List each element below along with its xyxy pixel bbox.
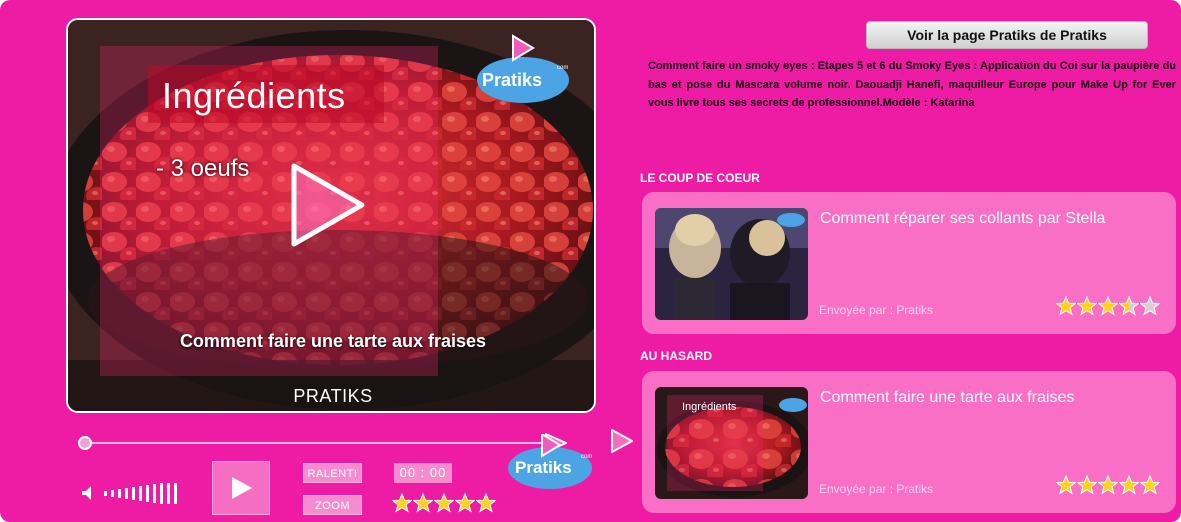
star-icon bbox=[1140, 475, 1160, 495]
pratiks-widget: Ingrédients - 3 oeufs Pratiks com Commen… bbox=[0, 0, 1181, 522]
volume-icon[interactable] bbox=[80, 480, 184, 506]
play-icon bbox=[291, 163, 365, 247]
pratiks-logo-small-text: Pratiks bbox=[515, 458, 572, 477]
star-icon bbox=[455, 493, 475, 513]
video-thumbnail[interactable] bbox=[655, 208, 808, 320]
featured-video-card[interactable]: Comment réparer ses collants par Stella … bbox=[642, 192, 1176, 334]
timecode-display: 00 : 00 bbox=[394, 463, 452, 483]
star-icon bbox=[1098, 296, 1118, 316]
card-author: Envoyée par : Pratiks bbox=[819, 303, 934, 317]
star-icon bbox=[1119, 475, 1139, 495]
au-hasard-heading: AU HASARD bbox=[640, 349, 712, 363]
slow-motion-button[interactable]: RALENTI bbox=[303, 463, 362, 483]
card-rating-stars bbox=[1056, 475, 1160, 495]
star-icon bbox=[1098, 475, 1118, 495]
play-icon bbox=[232, 477, 252, 499]
zoom-button[interactable]: ZOOM bbox=[303, 495, 362, 515]
video-caption: Comment faire une tarte aux fraises bbox=[179, 331, 487, 351]
video-thumbnail[interactable]: Ingrédients bbox=[655, 387, 808, 499]
star-icon bbox=[1056, 475, 1076, 495]
next-video-arrow-icon[interactable] bbox=[609, 428, 635, 454]
video-description: Comment faire un smoky eyes : Etapes 5 e… bbox=[648, 60, 1176, 109]
pratiks-logo-text: Pratiks bbox=[482, 70, 543, 90]
seek-bar[interactable] bbox=[84, 442, 554, 444]
random-video-card[interactable]: Ingrédients Comment faire une tarte aux … bbox=[642, 371, 1176, 513]
card-title[interactable]: Comment réparer ses collants par Stella bbox=[820, 210, 1105, 228]
star-icon bbox=[476, 493, 496, 513]
card-author: Envoyée par : Pratiks bbox=[819, 482, 934, 496]
star-icon bbox=[392, 493, 412, 513]
pratiks-logo-small: Pratiks com bbox=[504, 432, 600, 499]
star-icon bbox=[1077, 296, 1097, 316]
video-overlay-title: Ingrédients bbox=[162, 75, 346, 116]
card-rating-stars bbox=[1056, 296, 1160, 316]
star-icon bbox=[1140, 296, 1160, 316]
play-button[interactable] bbox=[212, 461, 270, 515]
tights-thumbnail-image bbox=[655, 208, 808, 320]
star-icon bbox=[1077, 475, 1097, 495]
star-icon bbox=[413, 493, 433, 513]
video-brand: PRATIKS bbox=[293, 386, 373, 406]
seek-handle[interactable] bbox=[78, 436, 92, 450]
pratiks-logo: Pratiks com bbox=[473, 34, 573, 109]
video-overlay-text: - 3 oeufs bbox=[156, 155, 250, 182]
thumbnail-overlay-text: Ingrédients bbox=[682, 401, 737, 413]
coup-de-coeur-heading: LE COUP DE COEUR bbox=[640, 171, 760, 185]
star-icon bbox=[1056, 296, 1076, 316]
card-title[interactable]: Comment faire une tarte aux fraises bbox=[820, 389, 1074, 407]
pratiks-logo-sub: com bbox=[557, 65, 569, 71]
video-player[interactable]: Ingrédients - 3 oeufs Pratiks com Commen… bbox=[66, 18, 596, 413]
pratiks-page-button[interactable]: Voir la page Pratiks de Pratiks bbox=[866, 21, 1148, 49]
video-play-overlay[interactable] bbox=[288, 160, 368, 250]
star-icon bbox=[1119, 296, 1139, 316]
pratiks-logo-small-sub: com bbox=[581, 454, 593, 460]
star-icon bbox=[434, 493, 454, 513]
video-rating-stars[interactable] bbox=[392, 493, 496, 513]
